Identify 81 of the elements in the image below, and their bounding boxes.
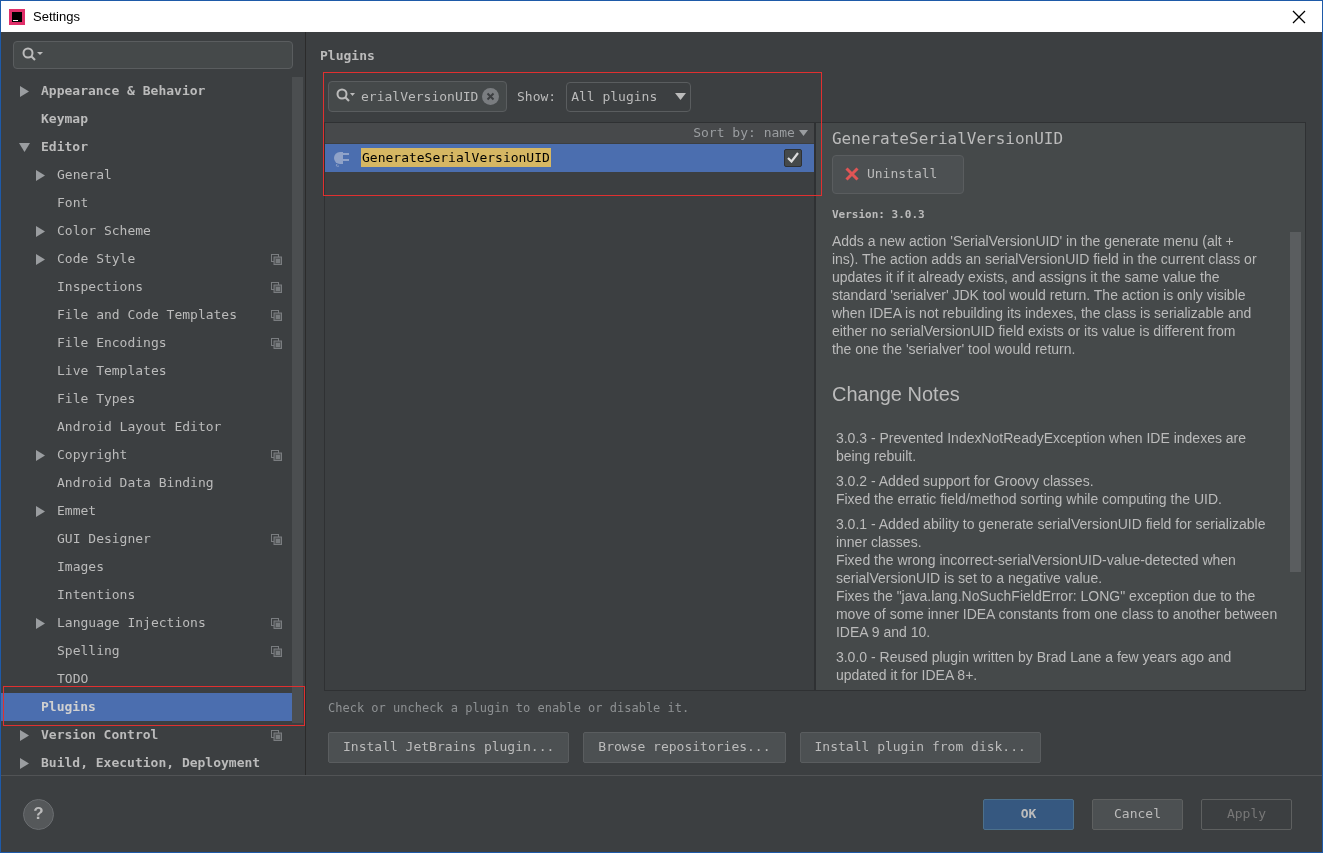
show-dropdown[interactable]: All plugins — [566, 81, 692, 112]
tree-item[interactable]: Images — [1, 553, 292, 581]
hint-text: Check or uncheck a plugin to enable or disable it. — [328, 699, 691, 717]
show-label: Show: — [517, 87, 557, 106]
caret-icon — [675, 93, 687, 100]
change-notes-heading: Change Notes — [831, 382, 961, 407]
tree-item[interactable]: Android Layout Editor — [1, 413, 292, 441]
close-icon[interactable] — [1292, 9, 1306, 24]
install-button[interactable]: Browse repositories... — [583, 731, 786, 763]
tree-item[interactable]: Plugins — [1, 693, 292, 721]
search-icon — [22, 47, 44, 63]
tree-item[interactable]: GUI Designer — [1, 525, 292, 553]
project-scope-icon — [271, 309, 282, 321]
tree-item[interactable]: Code Style — [1, 245, 292, 273]
tree-item[interactable]: Build, Execution, Deployment — [1, 749, 292, 777]
change-note: Fixed the erratic field/method sorting while computing the UID. — [835, 490, 1223, 508]
dialog-button[interactable]: OK — [983, 798, 1074, 830]
plugin-row[interactable]: GenerateSerialVersionUID — [325, 143, 814, 172]
expand-arrow-icon[interactable] — [35, 169, 46, 181]
tree-item[interactable]: Font — [1, 189, 292, 217]
install-button[interactable]: Install plugin from disk... — [799, 731, 1041, 763]
expand-arrow-icon[interactable] — [35, 253, 46, 265]
dialog-button[interactable]: Cancel — [1092, 798, 1183, 830]
expand-arrow-icon[interactable] — [35, 225, 46, 237]
search-icon — [336, 88, 356, 104]
cross-icon — [844, 167, 859, 181]
plugin-search-field[interactable]: erialVersionUID — [328, 81, 507, 112]
expand-arrow-icon[interactable] — [35, 617, 46, 629]
tree-item[interactable]: File Encodings — [1, 329, 292, 357]
change-note: Fixes the "java.lang.NoSuchFieldError: LONG" exception due to the move of some inner IDEA constants from one class to another between IDEA 9 and 10. — [835, 587, 1278, 641]
plugin-name: GenerateSerialVersionUID — [361, 147, 551, 168]
version-label: Version: 3.0.3 — [831, 206, 926, 223]
expand-arrow-icon[interactable] — [35, 505, 46, 517]
change-note: 3.0.1 - Added ability to generate serialVersionUID field for serializable inner classes. — [835, 515, 1267, 551]
plugin-title: GenerateSerialVersionUID — [831, 127, 1065, 150]
caret-icon — [798, 129, 808, 136]
tree-item[interactable]: Editor — [1, 133, 292, 161]
tree-item[interactable]: Intentions — [1, 581, 292, 609]
project-scope-icon — [271, 729, 282, 741]
project-scope-icon — [271, 617, 282, 629]
tree-item[interactable]: Emmet — [1, 497, 292, 525]
uninstall-button[interactable]: Uninstall — [831, 154, 964, 194]
project-scope-icon — [271, 337, 282, 349]
tree-item[interactable]: File Types — [1, 385, 292, 413]
settings-search-field[interactable] — [13, 41, 293, 69]
collapse-arrow-icon[interactable] — [19, 141, 30, 153]
change-note: 3.0.2 - Added support for Groovy classes. — [835, 472, 1095, 490]
window-title: Settings — [33, 7, 80, 26]
tree-item[interactable]: Language Injections — [1, 609, 292, 637]
install-button[interactable]: Install JetBrains plugin... — [328, 731, 570, 763]
app-logo-icon — [9, 8, 25, 25]
change-note: 3.0.0 - Reused plugin written by Brad Lane a few years ago and updated it for IDEA 8+. — [835, 648, 1233, 684]
change-note: Fixed the wrong incorrect-serialVersionUID-value-detected when serialVersionUID is set to a negative value. — [835, 551, 1237, 587]
tree-item[interactable]: File and Code Templates — [1, 301, 292, 329]
tree-item[interactable]: Inspections — [1, 273, 292, 301]
section-title: Plugins — [320, 47, 376, 65]
change-note: 3.0.3 - Prevented IndexNotReadyException when IDE indexes are being rebuilt. — [835, 429, 1248, 465]
tree-item[interactable]: Android Data Binding — [1, 469, 292, 497]
expand-arrow-icon[interactable] — [35, 449, 46, 461]
project-scope-icon — [271, 281, 282, 293]
tree-item[interactable]: Version Control — [1, 721, 292, 749]
clear-icon[interactable] — [482, 88, 499, 105]
tree-item[interactable]: Color Scheme — [1, 217, 292, 245]
tree-item[interactable]: Keymap — [1, 105, 292, 133]
tree-item[interactable]: Live Templates — [1, 357, 292, 385]
project-scope-icon — [271, 449, 282, 461]
expand-arrow-icon[interactable] — [19, 729, 30, 741]
plugin-description: Adds a new action 'SerialVersionUID' in the generate menu (alt + ins). The action adds an serialVersionUID field in the current class or updates it if it already exists, and assigns it the same value the standard 'serialver' JDK tool would return. The action is only visible when IDEA is not rebuilding its indexes, the class is serializable and either no serialVersionUID field exists or its value is different from the one the 'serialver' tool would return. — [831, 232, 1258, 358]
project-scope-icon — [271, 253, 282, 265]
tree-item[interactable]: General — [1, 161, 292, 189]
expand-arrow-icon[interactable] — [19, 85, 30, 97]
project-scope-icon — [271, 645, 282, 657]
scrollbar[interactable] — [292, 77, 303, 723]
enable-checkbox[interactable] — [783, 148, 802, 167]
project-scope-icon — [271, 533, 282, 545]
tree-item[interactable]: TODO — [1, 665, 292, 693]
tree-item[interactable]: Spelling — [1, 637, 292, 665]
tree-item[interactable]: Appearance & Behavior — [1, 77, 292, 105]
tree-item[interactable]: Copyright — [1, 441, 292, 469]
expand-arrow-icon[interactable] — [19, 757, 30, 769]
help-button[interactable]: ? — [23, 798, 54, 830]
